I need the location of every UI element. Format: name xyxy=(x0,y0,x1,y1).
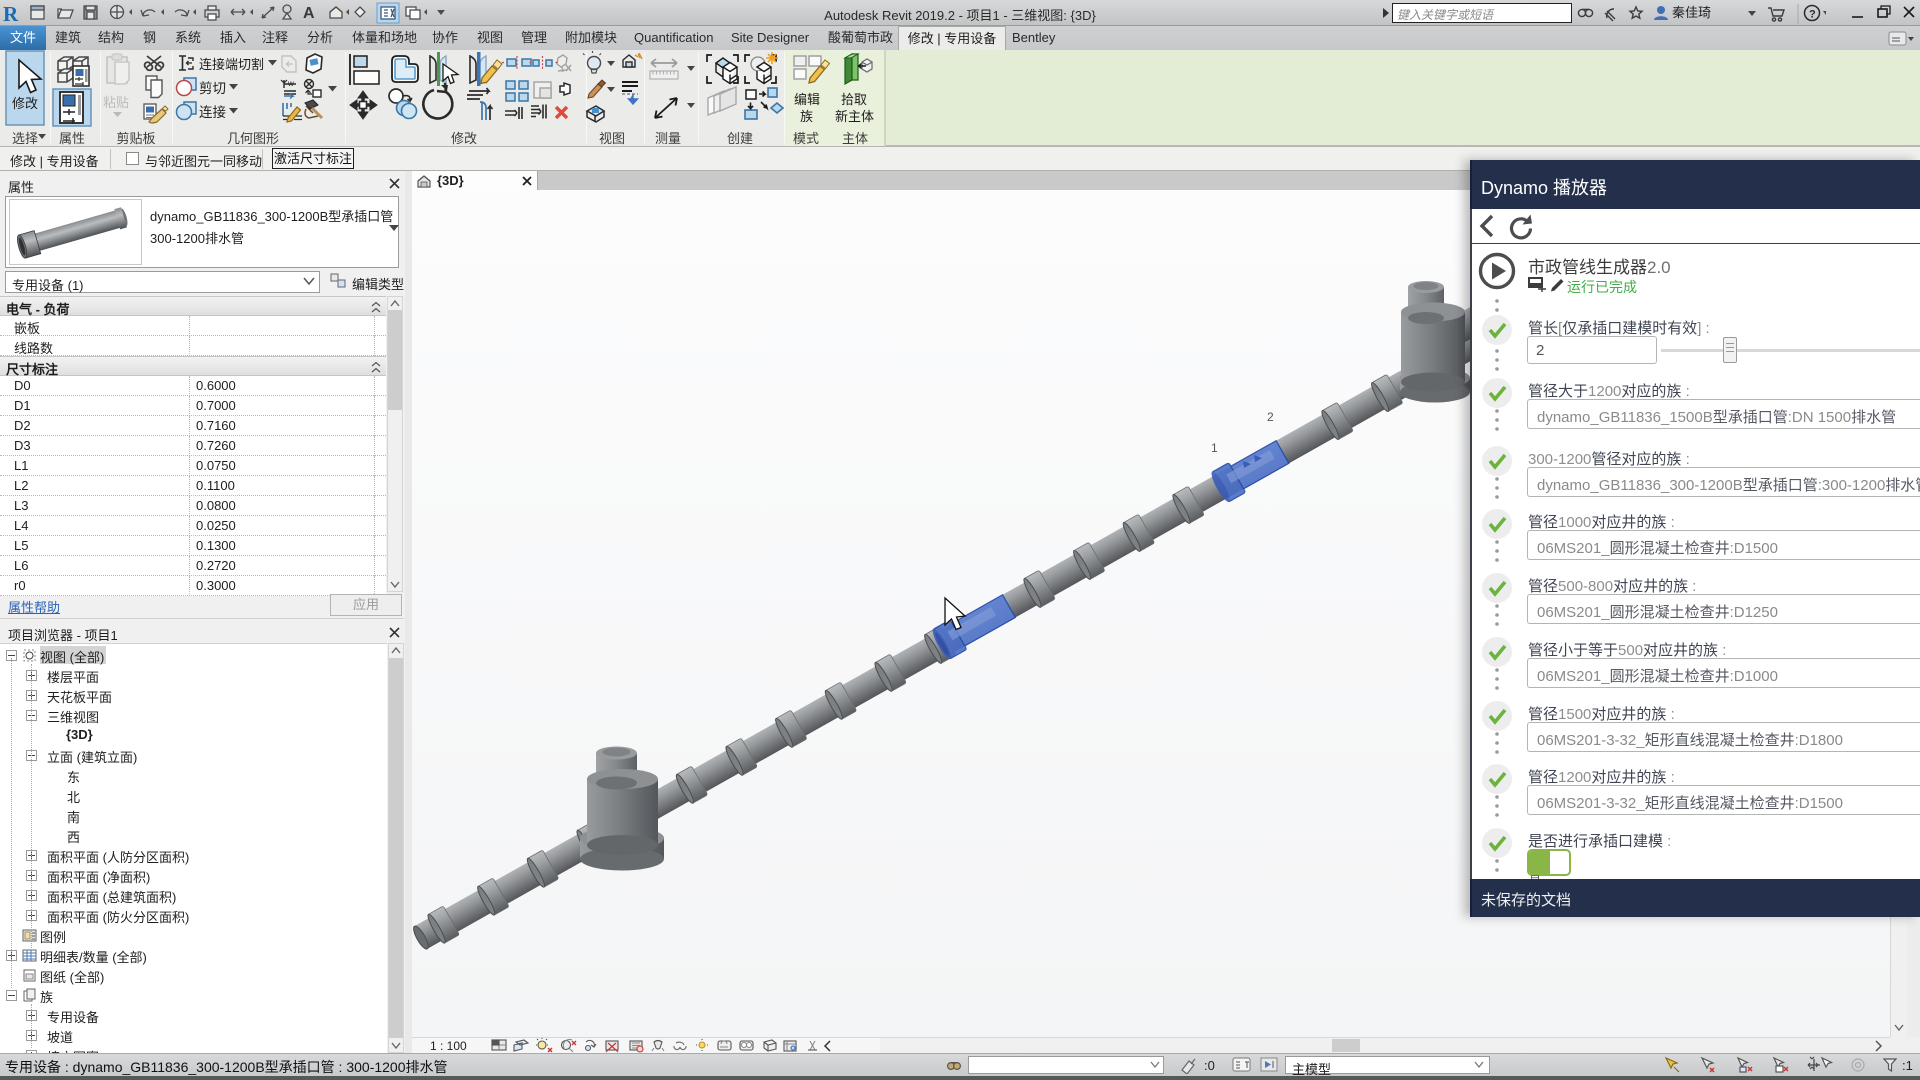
svg-text:新主体: 新主体 xyxy=(835,109,874,124)
svg-text:编辑: 编辑 xyxy=(794,92,820,107)
svg-text:剪切: 剪切 xyxy=(199,81,226,96)
svg-text:R: R xyxy=(3,2,19,26)
svg-text:粘贴: 粘贴 xyxy=(103,95,129,110)
svg-text:修改: 修改 xyxy=(12,96,38,111)
svg-text:连接端切割: 连接端切割 xyxy=(199,57,264,72)
svg-text:w: w xyxy=(287,79,294,88)
svg-text:A: A xyxy=(303,5,315,22)
svg-text:1: 1 xyxy=(1211,441,1218,455)
svg-text:?: ? xyxy=(1809,9,1816,21)
svg-text:连接: 连接 xyxy=(199,104,226,120)
svg-text::1: :1 xyxy=(1902,1058,1913,1073)
svg-text:2: 2 xyxy=(1267,410,1274,424)
svg-text:族: 族 xyxy=(800,109,813,124)
svg-text:拾取: 拾取 xyxy=(841,92,867,107)
svg-text:秦佳琦: 秦佳琦 xyxy=(1672,5,1711,20)
svg-text::0: :0 xyxy=(1204,1058,1215,1073)
